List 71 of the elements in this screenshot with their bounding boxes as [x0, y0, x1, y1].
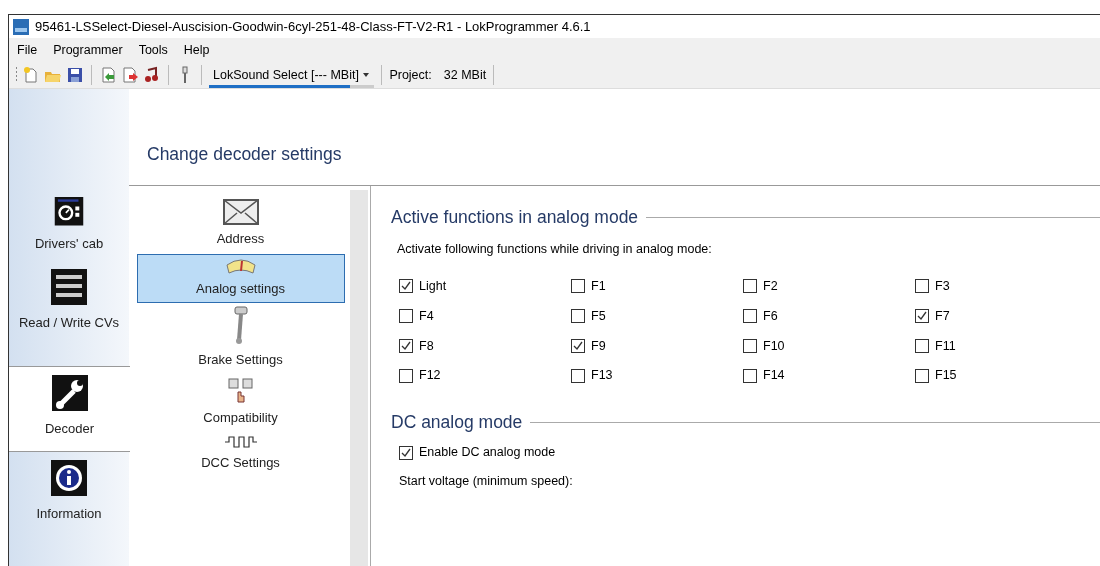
app-icon: [13, 18, 29, 35]
checkbox[interactable]: [915, 338, 929, 353]
nav-tab[interactable]: Information: [9, 451, 129, 566]
checkbox[interactable]: [399, 368, 413, 383]
checkbox[interactable]: [399, 279, 413, 294]
music-note-icon[interactable]: [143, 66, 161, 84]
menu-item[interactable]: Tools: [130, 40, 176, 60]
checkbox[interactable]: [743, 338, 757, 353]
settings-item[interactable]: DCC Settings: [136, 432, 345, 478]
settings-item[interactable]: Analog settings: [136, 253, 345, 303]
checkbox[interactable]: [571, 338, 585, 353]
section-title: Active functions in analog mode: [391, 206, 639, 229]
menu-item[interactable]: Programmer: [45, 40, 131, 60]
import-icon[interactable]: [99, 66, 117, 84]
section-title: DC analog mode: [391, 411, 523, 434]
nav-tab[interactable]: Drivers' cab: [9, 189, 129, 261]
save-icon[interactable]: [66, 66, 84, 84]
checkbox[interactable]: [571, 309, 585, 324]
caret-icon: [362, 72, 371, 79]
project-size: 32 MBit: [443, 66, 487, 84]
menu-item[interactable]: File: [9, 40, 46, 60]
checkbox-label: F4: [419, 307, 434, 325]
envelope-icon: [222, 199, 259, 225]
field-label: Start voltage (minimum speed):: [399, 473, 574, 491]
gauge-icon: [224, 256, 257, 275]
device-dropdown[interactable]: LokSound Select [--- MBit]: [209, 63, 375, 87]
page-header: Change decoder settings: [129, 89, 1100, 186]
checkbox[interactable]: [399, 309, 413, 324]
settings-item[interactable]: Compatibility: [136, 374, 345, 432]
checkbox[interactable]: [915, 309, 929, 324]
checkbox-label: F10: [763, 337, 785, 355]
scrollbar[interactable]: [350, 190, 368, 566]
window-title: 95461-LSSelect-Diesel-Auscision-Goodwin-6cyl-251-48-Class-FT-V2-R1 - LokProgrammer 4.6.1: [35, 17, 591, 36]
checkbox-label: Light: [419, 278, 447, 295]
checkbox-label: F1: [591, 278, 606, 295]
wrench-icon: [51, 374, 88, 411]
toolbar-grip: [15, 66, 18, 84]
checkbox[interactable]: [743, 368, 757, 383]
checkbox-label: F6: [763, 307, 778, 325]
export-icon[interactable]: [121, 66, 139, 84]
signal-wave-icon: [223, 435, 258, 449]
checkbox-label: F7: [935, 307, 950, 325]
description-text: Activate following functions while driving in analog mode:: [397, 241, 713, 259]
checkbox-label: F9: [591, 337, 606, 355]
nav-tab[interactable]: Decoder: [9, 365, 130, 452]
menu-item[interactable]: Help: [175, 40, 218, 60]
checkbox-label: F8: [419, 337, 434, 355]
checkbox[interactable]: [571, 279, 585, 294]
checkbox[interactable]: [399, 338, 413, 353]
checkbox-label: F11: [935, 337, 956, 355]
checkbox[interactable]: [915, 279, 929, 294]
checkbox-label: F12: [419, 367, 441, 385]
settings-item[interactable]: Brake Settings: [136, 303, 345, 375]
checkbox[interactable]: [743, 309, 757, 324]
checkbox[interactable]: [915, 368, 929, 383]
checkbox-label: F5: [591, 307, 606, 325]
checkbox-label: F15: [935, 367, 957, 385]
checkbox[interactable]: [743, 279, 757, 294]
settings-item[interactable]: Address: [136, 196, 345, 254]
checkbox-label: F14: [763, 367, 785, 385]
brake-lever-icon: [231, 306, 250, 346]
checkbox[interactable]: [399, 445, 413, 460]
project-label: Project:: [389, 66, 432, 84]
nav-tab[interactable]: Read / Write CVs: [9, 261, 129, 366]
checkbox-label: F13: [591, 367, 613, 385]
checkbox-label: F3: [935, 278, 950, 295]
function-keys-icon: [227, 377, 254, 404]
checkbox-label: F2: [763, 278, 778, 295]
checkbox[interactable]: [571, 368, 585, 383]
checkbox-label: Enable DC analog mode: [419, 444, 556, 462]
info-icon: [51, 459, 87, 496]
